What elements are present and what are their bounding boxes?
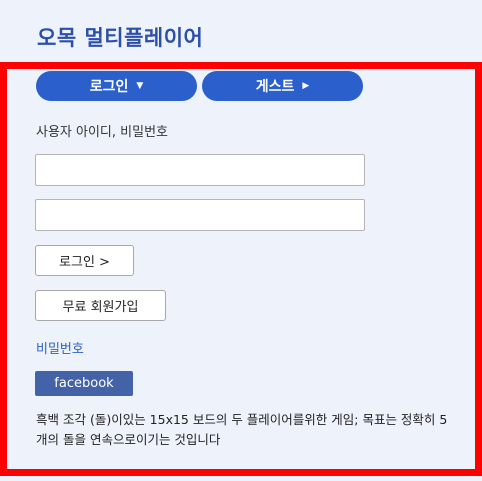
caret-down-icon: ▼ [136, 81, 144, 91]
caret-right-icon: ▶ [302, 81, 310, 91]
page-title: 오목 멀티플레이어 [37, 26, 204, 50]
username-input[interactable] [35, 154, 365, 186]
login-panel: 오목 멀티플레이어 로그인 ▼ 게스트 ▶ 사용자 아이디, 비밀번호 로그인 … [0, 0, 482, 481]
password-reset-link[interactable]: 비밀번호 [36, 338, 84, 357]
signup-button[interactable]: 무료 회원가입 [35, 290, 166, 321]
login-button[interactable]: 로그인 > [35, 245, 134, 276]
password-input[interactable] [35, 199, 365, 231]
facebook-login-button[interactable]: facebook [35, 371, 133, 396]
game-description: 흑백 조각 (돌)이있는 15x15 보드의 두 플레이어를위한 게임; 목표는… [36, 412, 448, 447]
login-tab-button[interactable]: 로그인 ▼ [36, 71, 197, 101]
credentials-label: 사용자 아이디, 비밀번호 [36, 125, 168, 140]
guest-tab-label: 게스트 [255, 79, 295, 95]
login-tab-label: 로그인 [89, 79, 129, 95]
guest-tab-button[interactable]: 게스트 ▶ [202, 71, 363, 101]
